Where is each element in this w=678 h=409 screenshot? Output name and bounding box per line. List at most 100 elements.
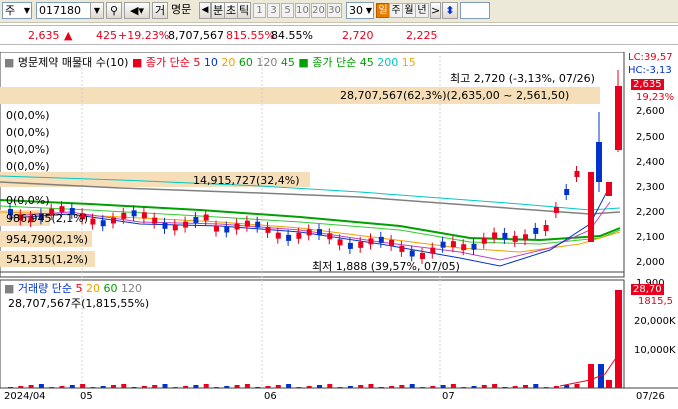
- geo-button[interactable]: 거: [152, 2, 168, 19]
- volume-value-label: 28,707,567주(1,815,55%): [8, 297, 150, 310]
- stock-name-text: 명문: [171, 3, 192, 16]
- period-30[interactable]: 30: [327, 3, 342, 18]
- ytick-2300: 2,300: [636, 182, 665, 193]
- candle-body: [121, 212, 127, 219]
- volume-bar: [203, 384, 209, 388]
- period-month-button[interactable]: 월: [402, 3, 416, 18]
- scroll-left-button[interactable]: ◀: [199, 2, 211, 19]
- turnover-ratio: 84.55%: [271, 29, 313, 42]
- legend-ma-label: 종가 단순: [145, 56, 190, 69]
- volume-bar: [461, 387, 467, 388]
- current-price: 2,635: [28, 29, 60, 42]
- candle-body: [564, 189, 570, 195]
- volume-legend-label: 거래량 단순: [17, 282, 73, 295]
- band2-label: 14,915,727(32,4%): [193, 174, 300, 187]
- period-tick-button[interactable]: 틱: [237, 2, 251, 19]
- code-dropdown-button[interactable]: ▼: [90, 2, 104, 19]
- extra-input[interactable]: [460, 2, 490, 19]
- xtick-2024-04: 2024/04: [4, 391, 46, 402]
- ytick-2000: 2,000: [636, 257, 665, 268]
- candle-body: [450, 241, 456, 248]
- period-3[interactable]: 3: [267, 3, 280, 18]
- candle-body: [172, 224, 178, 231]
- volume-bar: [265, 386, 271, 388]
- next-button[interactable]: >: [430, 2, 441, 19]
- speaker-icon: ◀▾: [130, 4, 144, 17]
- period-day-button[interactable]: 일: [376, 3, 390, 18]
- volume-bar: [80, 384, 86, 388]
- volume-bar: [512, 386, 518, 388]
- volume-bar: [533, 384, 539, 388]
- volume-bar: [553, 386, 559, 388]
- volume-bar: [49, 387, 55, 388]
- chart-area[interactable]: ■ 명문제약 매물대 수(10) ■ 종가 단순 5 10 20 60 120 …: [0, 52, 678, 409]
- volume-bar: [38, 384, 44, 388]
- volume-ma120: 120: [121, 282, 143, 295]
- chevron-down-icon: ▼: [365, 6, 372, 15]
- legend-ma5: 5: [193, 56, 201, 69]
- volume-bar: [193, 385, 199, 388]
- legend-ma20: 20: [221, 56, 236, 69]
- period-sec-button[interactable]: 초: [224, 2, 238, 19]
- volume-bar: [481, 385, 487, 388]
- candle-body: [481, 237, 487, 244]
- period-min-button[interactable]: 분: [211, 2, 225, 19]
- period-5[interactable]: 5: [281, 3, 294, 18]
- candle-body: [543, 225, 549, 231]
- low-note: 최저 1,888 (39,57%, 07/05): [312, 260, 460, 273]
- legend-title: 명문제약 매물대 수(10): [17, 56, 129, 69]
- band3-label: 986,945(2,1%): [6, 212, 89, 225]
- candle-body: [234, 223, 240, 230]
- volume-bar: [327, 384, 333, 388]
- volume-bar: [152, 385, 158, 388]
- volume-bar: [172, 387, 178, 388]
- search-button[interactable]: ⚲: [106, 2, 122, 19]
- candle-body: [389, 239, 395, 246]
- volume-ratio-tag: 1815,5: [638, 296, 673, 307]
- volume-bar: [183, 386, 189, 388]
- speaker-button[interactable]: ◀▾: [124, 2, 150, 19]
- candle-body: [574, 171, 580, 177]
- volume-bar: [358, 385, 364, 388]
- volume-ratio: 815.55%: [226, 29, 275, 42]
- volume-bar: [296, 387, 302, 388]
- period-week-button[interactable]: 주: [389, 3, 403, 18]
- search-icon: ⚲: [109, 4, 119, 17]
- ytick-2100: 2,100: [636, 232, 665, 243]
- legend-ma45b: 45: [359, 56, 374, 69]
- volume-bar: [368, 384, 374, 388]
- updown-button[interactable]: ⬍: [442, 2, 458, 19]
- period-year-button[interactable]: 년: [415, 3, 429, 18]
- candle-body: [265, 226, 271, 233]
- ytick-2200: 2,200: [636, 207, 665, 218]
- volume-bar: [18, 386, 24, 388]
- price-change: 425: [96, 29, 117, 42]
- candle-body: [440, 241, 446, 248]
- legend-ma-marker-icon: ■: [131, 56, 143, 69]
- period-1[interactable]: 1: [253, 3, 266, 18]
- legend-ma15: 15: [401, 56, 416, 69]
- chart-canvas[interactable]: [0, 52, 678, 409]
- stock-name: 명문: [169, 2, 199, 19]
- band4-label: 954,790(2,1%): [6, 233, 89, 246]
- period-custom-select[interactable]: 30 ▼: [346, 2, 374, 19]
- volume-bar: [69, 385, 75, 388]
- price-change-pct: +19.23%: [118, 29, 170, 42]
- chart-type-select[interactable]: 주 ▼: [2, 2, 32, 19]
- volume-bar: [440, 385, 446, 388]
- ytick-2600: 2,600: [636, 106, 665, 117]
- candle-body: [337, 239, 343, 246]
- band5-label: 541,315(1,2%): [6, 253, 89, 266]
- volume-bar: [378, 387, 384, 388]
- volume-legend-box-icon: ■: [4, 282, 15, 295]
- volume-bar: [502, 387, 508, 388]
- volume-bar: [574, 384, 580, 388]
- volume-bar: [286, 384, 292, 388]
- volume-bar: [420, 387, 425, 388]
- period-20[interactable]: 20: [311, 3, 326, 18]
- legend-ma200: 200: [377, 56, 399, 69]
- volume-value: 8,707,567: [168, 29, 224, 42]
- period-10[interactable]: 10: [295, 3, 310, 18]
- pct-tag: 19,23%: [636, 92, 675, 103]
- candle-body: [286, 234, 292, 241]
